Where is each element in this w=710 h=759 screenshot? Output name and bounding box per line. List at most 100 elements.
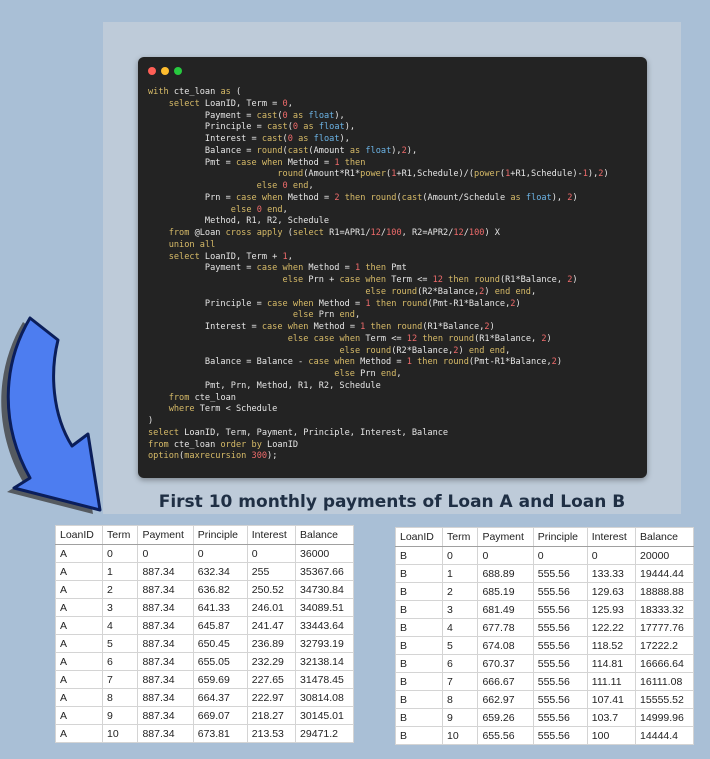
table-cell: 5 (101, 634, 139, 653)
chart-caption: First 10 monthly payments of Loan A and … (158, 492, 626, 512)
column-header: LoanID (395, 527, 443, 547)
table-header-row: LoanID Term Payment Principle Interest B… (395, 527, 694, 547)
table-cell: B (395, 600, 443, 619)
table-row: B 7 666.67 555.56 111.11 16111.08 (395, 672, 694, 691)
code-line: Interest = case when Method = 1 then rou… (148, 322, 495, 332)
code-line: else Prn + case when Term <= 12 then rou… (282, 275, 578, 285)
table-cell: 887.34 (137, 652, 194, 671)
table-cell: 1 (101, 562, 139, 581)
code-line: select LoanID, Term + 1, (168, 251, 293, 262)
table-cell: 677.78 (477, 618, 534, 637)
table-cell: 673.81 (192, 724, 248, 743)
table-cell: 0 (101, 544, 139, 563)
table-cell: 555.56 (532, 600, 588, 619)
code-line: select LoanID, Term, Payment, Principle,… (148, 427, 449, 438)
code-window: with cte_loan as ( select LoanID, Term =… (138, 57, 647, 478)
table-cell: 887.34 (137, 562, 194, 581)
table-cell: B (395, 654, 443, 673)
table-cell: 887.34 (137, 634, 194, 653)
table-cell: 35367.66 (295, 562, 354, 581)
table-cell: 669.07 (192, 706, 248, 725)
code-line: Interest = cast(0 as float), (148, 134, 350, 144)
table-cell: 4 (441, 618, 479, 637)
table-cell: 666.67 (477, 672, 534, 691)
table-cell: 114.81 (586, 654, 637, 673)
table-cell: B (395, 672, 443, 691)
table-row: B 8 662.97 555.56 107.41 15555.52 (395, 690, 694, 709)
table-cell: 636.82 (192, 580, 248, 599)
column-header: Balance (295, 525, 354, 545)
code-line: else round(R2*Balance,2) end end, (339, 345, 511, 356)
code-line: ) (148, 416, 154, 426)
table-cell: 20000 (635, 546, 694, 565)
table-cell: 31478.45 (295, 670, 354, 689)
table-cell: 645.87 (192, 616, 248, 635)
table-cell: 100 (586, 726, 637, 745)
table-cell: 655.56 (477, 726, 534, 745)
table-cell: B (395, 582, 443, 601)
table-cell: 5 (441, 636, 479, 655)
table-cell: 10 (101, 724, 139, 743)
table-cell: 17777.76 (635, 618, 694, 637)
table-row: A 1 887.34 632.34 255 35367.66 (55, 562, 354, 581)
table-cell: 34089.51 (295, 598, 354, 617)
table-cell: 16666.64 (635, 654, 694, 673)
table-cell: 555.56 (532, 564, 588, 583)
column-header: Principle (532, 527, 588, 547)
table-cell: 246.01 (246, 598, 297, 617)
table-cell: B (395, 690, 443, 709)
table-header-row: LoanID Term Payment Principle Interest B… (55, 525, 354, 545)
table-cell: 36000 (295, 544, 354, 563)
table-row: B 2 685.19 555.56 129.63 18888.88 (395, 582, 694, 601)
table-cell: 129.63 (586, 582, 637, 601)
table-cell: 887.34 (137, 616, 194, 635)
table-cell: 222.97 (246, 688, 297, 707)
table-cell: 107.41 (586, 690, 637, 709)
table-cell: A (55, 706, 103, 725)
table-cell: 122.22 (586, 618, 637, 637)
table-cell: A (55, 580, 103, 599)
table-row: A 6 887.34 655.05 232.29 32138.14 (55, 652, 354, 671)
table-row: A 4 887.34 645.87 241.47 33443.64 (55, 616, 354, 635)
column-header: Payment (137, 525, 194, 545)
window-controls (148, 67, 182, 75)
table-cell: 1 (441, 564, 479, 583)
table-cell: 555.56 (532, 618, 588, 637)
table-cell: 0 (137, 544, 194, 563)
column-header: Principle (192, 525, 248, 545)
table-cell: 555.56 (532, 582, 588, 601)
table-cell: 7 (441, 672, 479, 691)
table-cell: B (395, 546, 443, 565)
table-cell: 4 (101, 616, 139, 635)
table-cell: 887.34 (137, 688, 194, 707)
table-cell: 18888.88 (635, 582, 694, 601)
code-line: from @Loan cross apply (select R1=APR1/1… (168, 228, 500, 238)
table-cell: 9 (441, 708, 479, 727)
table-cell: 8 (441, 690, 479, 709)
table-cell: 32138.14 (295, 652, 354, 671)
table-cell: 250.52 (246, 580, 297, 599)
table-cell: A (55, 724, 103, 743)
column-header: Interest (246, 525, 297, 545)
table-cell: 555.56 (532, 708, 588, 727)
table-cell: 236.89 (246, 634, 297, 653)
table-cell: B (395, 708, 443, 727)
code-line: else Prn end, (292, 310, 361, 321)
table-cell: 555.56 (532, 690, 588, 709)
table-cell: 34730.84 (295, 580, 354, 599)
table-row: A 7 887.34 659.69 227.65 31478.45 (55, 670, 354, 689)
table-cell: 555.56 (532, 636, 588, 655)
table-row: B 0 0 0 0 20000 (395, 546, 694, 565)
code-line: else round(R2*Balance,2) end end, (365, 286, 537, 297)
table-row: B 1 688.89 555.56 133.33 19444.44 (395, 564, 694, 583)
column-header: Term (101, 525, 139, 545)
code-line: from cte_loan (168, 392, 236, 403)
table-cell: 887.34 (137, 706, 194, 725)
table-cell: A (55, 670, 103, 689)
table-cell: 887.34 (137, 670, 194, 689)
table-cell: 227.65 (246, 670, 297, 689)
code-line: else 0 end, (256, 181, 314, 191)
table-cell: 18333.32 (635, 600, 694, 619)
table-cell: 0 (532, 546, 588, 565)
table-cell: B (395, 726, 443, 745)
